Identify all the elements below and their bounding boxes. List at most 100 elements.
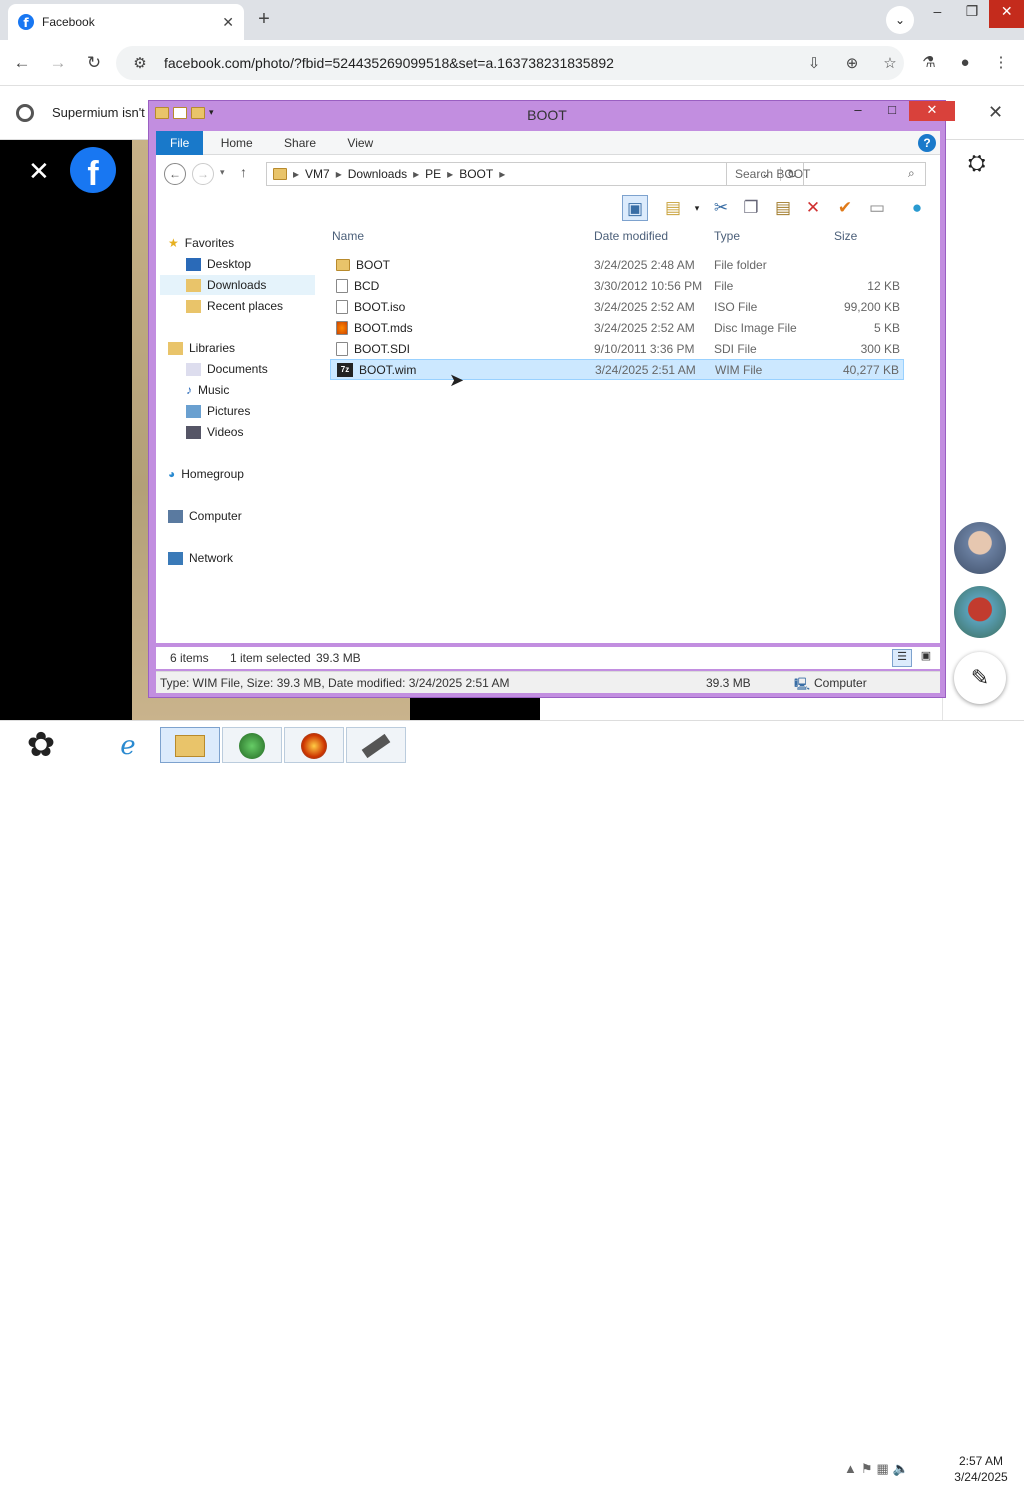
tab-close-button[interactable]: ✕ (222, 14, 234, 31)
tab-home[interactable]: Home (207, 131, 267, 155)
tab-file[interactable]: File (156, 131, 204, 155)
breadcrumb-vm7[interactable]: VM7 (305, 167, 330, 181)
tab-share[interactable]: Share (270, 131, 330, 155)
large-icons-view-icon[interactable]: ▣ (916, 649, 936, 667)
copy-icon[interactable]: ❐ (738, 195, 764, 221)
nav-network[interactable]: Network (168, 548, 233, 568)
forward-icon[interactable]: → (192, 163, 214, 185)
chevron-right-icon[interactable]: ▸ (499, 167, 505, 181)
check-icon[interactable]: ✔ (832, 195, 858, 221)
menu-kebab-icon[interactable]: ⋮ (988, 52, 1014, 74)
properties-icon[interactable]: ▤ (660, 195, 686, 221)
minimize-icon[interactable]: – (920, 0, 955, 28)
nav-downloads[interactable]: Downloads (160, 275, 315, 295)
search-input[interactable]: Search BOOT (726, 162, 926, 186)
restore-icon[interactable]: ❐ (955, 0, 990, 28)
details-view-icon[interactable]: ☰ (892, 649, 912, 667)
delete-icon[interactable]: ✕ (800, 195, 826, 221)
file-row[interactable]: BOOT.SDI 9/10/2011 3:36 PM SDI File 300 … (330, 338, 904, 359)
url-text[interactable]: facebook.com/photo/?fbid=524435269099518… (164, 55, 790, 71)
reload-icon[interactable]: ↻ (82, 52, 106, 74)
globe-app-icon[interactable] (222, 727, 282, 763)
nav-videos[interactable]: Videos (186, 422, 243, 442)
breadcrumb-downloads[interactable]: Downloads (348, 167, 407, 181)
file-size: 12 KB (867, 278, 900, 293)
chevron-right-icon[interactable]: ▸ (336, 167, 342, 181)
taskbar-clock[interactable]: 2:57 AM 3/24/2025 (946, 1453, 1016, 1485)
contact-avatar[interactable] (954, 522, 1006, 574)
column-header-name[interactable]: Name (332, 229, 364, 243)
start-logo-icon[interactable]: ✿ (18, 725, 64, 767)
videos-icon (186, 425, 201, 439)
tab-facebook[interactable]: f Facebook ✕ (8, 4, 244, 40)
nav-homegroup[interactable]: ◕ Homegroup (168, 464, 244, 484)
chevron-right-icon[interactable]: ▸ (293, 167, 299, 181)
site-info-icon[interactable]: ⚙ (126, 54, 154, 72)
minimize-icon[interactable]: – (841, 101, 875, 121)
preview-pane-icon[interactable]: ▣ (622, 195, 648, 221)
nav-computer[interactable]: Computer (168, 506, 242, 526)
nav-libraries[interactable]: Libraries (168, 338, 235, 358)
nav-desktop[interactable]: Desktop (186, 254, 251, 274)
recent-locations-icon[interactable]: ▾ (220, 167, 225, 178)
breadcrumb-boot[interactable]: BOOT (459, 167, 493, 181)
tab-search-button[interactable]: ⌄ (886, 6, 914, 34)
forward-icon[interactable]: → (46, 52, 70, 74)
dropdown-icon[interactable]: ▾ (684, 195, 710, 221)
zoom-icon[interactable]: ⊕ (838, 54, 866, 72)
usb-drive-app-icon[interactable] (346, 727, 406, 763)
install-app-icon[interactable]: ⇩ (800, 54, 828, 72)
internet-explorer-icon[interactable]: ℯ (110, 727, 146, 763)
contact-avatar[interactable] (954, 586, 1006, 638)
rename-icon[interactable]: ▭ (864, 195, 890, 221)
file-row[interactable]: BOOT.mds 3/24/2025 2:52 AM Disc Image Fi… (330, 317, 904, 338)
tab-view[interactable]: View (333, 131, 387, 155)
burner-app-icon[interactable] (284, 727, 344, 763)
infobar-close-button[interactable]: ✕ (988, 102, 1003, 123)
system-tray-icons[interactable]: ▲⚑▦🔈 (844, 1461, 913, 1477)
pictures-icon (186, 404, 201, 418)
breadcrumb[interactable]: ▸ VM7 ▸ Downloads ▸ PE ▸ BOOT ▸ ⌄ ↻ (266, 162, 804, 186)
nav-recent-places[interactable]: Recent places (186, 296, 283, 316)
chevron-right-icon[interactable]: ▸ (413, 167, 419, 181)
cut-icon[interactable]: ✂ (708, 195, 734, 221)
column-header-date[interactable]: Date modified (594, 229, 668, 243)
profile-avatar-icon[interactable]: ● (952, 52, 978, 74)
paste-icon[interactable]: ▤ (770, 195, 796, 221)
file-explorer-taskbar-icon[interactable] (160, 727, 220, 763)
column-header-size[interactable]: Size (834, 229, 857, 243)
nav-favorites[interactable]: ★ Favorites (168, 233, 234, 253)
address-bar[interactable]: ⚙ facebook.com/photo/?fbid=5244352690995… (116, 46, 904, 80)
close-photo-button[interactable]: ✕ (28, 156, 50, 187)
music-icon: ♪ (186, 383, 192, 397)
column-header-type[interactable]: Type (714, 229, 740, 243)
back-icon[interactable]: ← (10, 52, 34, 74)
new-tab-button[interactable]: + (252, 8, 276, 32)
new-message-button[interactable]: ✎ (954, 652, 1006, 704)
close-window-icon[interactable]: ✕ (989, 0, 1024, 28)
nav-pictures[interactable]: Pictures (186, 401, 250, 421)
labs-flask-icon[interactable]: ⚗ (916, 52, 942, 74)
libraries-icon (168, 341, 183, 355)
file-type: File (714, 278, 734, 293)
explorer-window-controls: – □ ✕ (841, 101, 955, 121)
nav-documents[interactable]: Documents (186, 359, 268, 379)
up-icon[interactable]: ↑ (240, 164, 247, 180)
chat-bubble-icon[interactable]: ● (904, 195, 930, 221)
bookmark-star-icon[interactable]: ☆ (876, 54, 904, 72)
breadcrumb-pe[interactable]: PE (425, 167, 441, 181)
nav-label: Pictures (207, 404, 251, 418)
help-icon[interactable]: ? (918, 134, 936, 152)
facebook-logo[interactable]: f (70, 147, 116, 193)
nav-music[interactable]: ♪ Music (186, 380, 229, 400)
messenger-icon[interactable]: ⛭ (968, 150, 996, 182)
file-icon (336, 341, 348, 356)
file-row-selected[interactable]: 7z BOOT.wim 3/24/2025 2:51 AM WIM File 40… (330, 359, 904, 380)
file-row[interactable]: BOOT 3/24/2025 2:48 AM File folder (330, 254, 904, 275)
close-icon[interactable]: ✕ (909, 101, 955, 121)
maximize-icon[interactable]: □ (875, 101, 909, 121)
file-row[interactable]: BCD 3/30/2012 10:56 PM File 12 KB (330, 275, 904, 296)
file-row[interactable]: BOOT.iso 3/24/2025 2:52 AM ISO File 99,2… (330, 296, 904, 317)
back-icon[interactable]: ← (164, 163, 186, 185)
chevron-right-icon[interactable]: ▸ (447, 167, 453, 181)
